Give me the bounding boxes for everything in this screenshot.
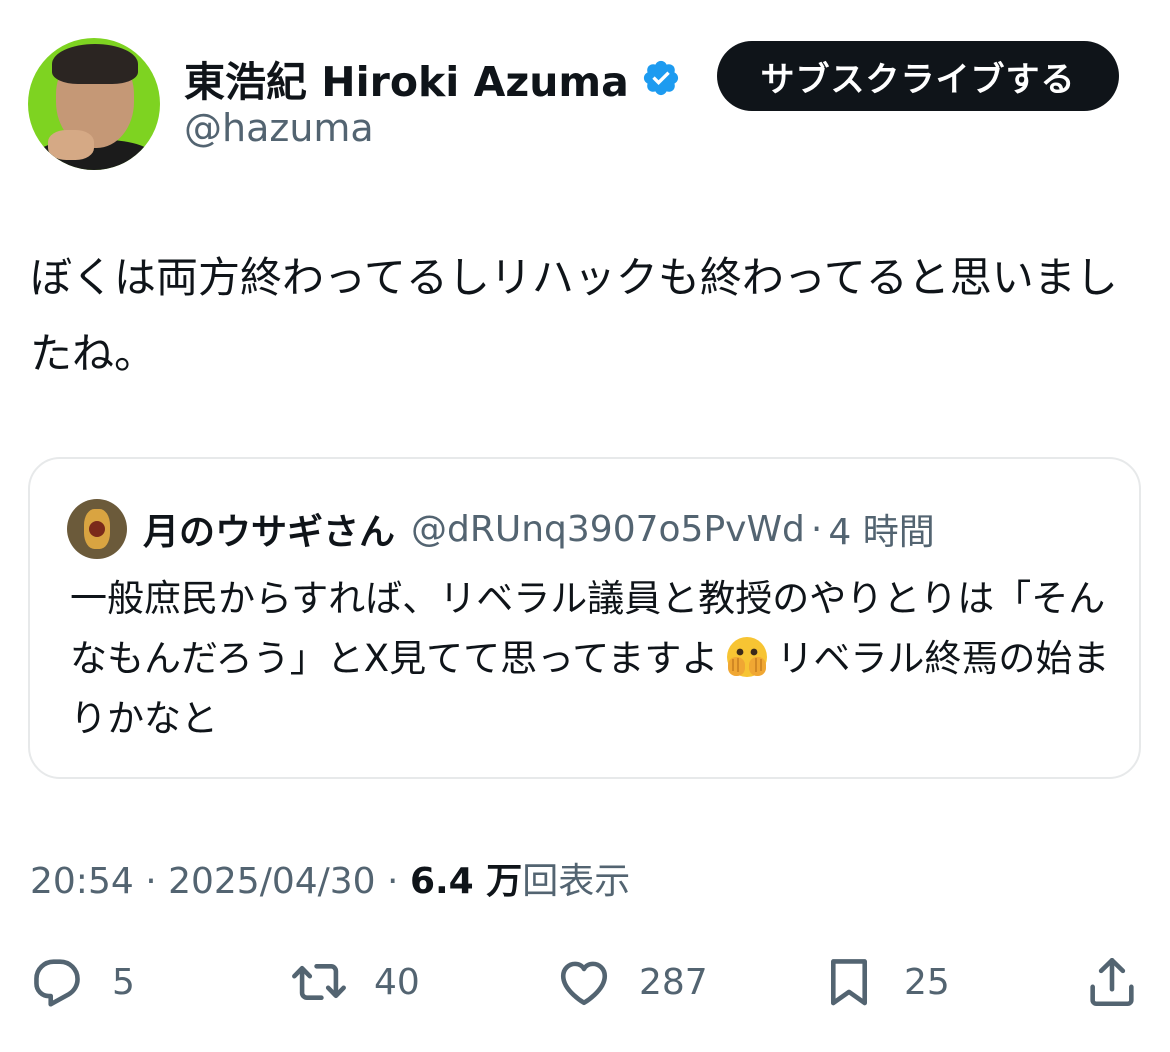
action-bar: 5 40 287 25	[0, 950, 1170, 1014]
meta-separator-1: ·	[133, 861, 169, 902]
face-with-hand-over-mouth-emoji-icon	[727, 637, 768, 677]
bookmark-count: 25	[904, 961, 950, 1003]
heart-icon	[560, 961, 608, 1006]
retweet-button[interactable]: 40	[290, 950, 420, 1014]
retweet-icon	[292, 963, 346, 1001]
like-button[interactable]: 287	[555, 950, 708, 1014]
quoted-author-avatar[interactable]	[67, 499, 127, 559]
tweet-text: ぼくは両方終わってるしリハックも終わってると思いましたね。	[30, 253, 1118, 378]
retweet-count: 40	[374, 961, 420, 1003]
avatar-hand	[48, 130, 94, 160]
reply-count: 5	[112, 961, 135, 1003]
quoted-tweet-card[interactable]: 月のウサギさん @dRUnq3907o5PvWd · 4 時間 一般庶民からすれ…	[28, 457, 1141, 779]
tweet-date[interactable]: 2025/04/30	[168, 861, 376, 902]
author-handle[interactable]: @hazuma	[184, 106, 374, 150]
author-avatar[interactable]	[28, 38, 160, 170]
quoted-author-handle[interactable]: @dRUnq3907o5PvWd	[411, 509, 805, 550]
quoted-tweet-text: 一般庶民からすれば、リベラル議員と教授のやりとりは「そんなもんだろう」とX見てて…	[70, 569, 1110, 749]
author-name-row[interactable]: 東浩紀 Hiroki Azuma	[184, 52, 681, 106]
quoted-separator: ·	[810, 508, 823, 550]
quoted-tweet-time[interactable]: 4 時間	[828, 503, 934, 555]
quoted-avatar-figure-detail	[89, 521, 105, 537]
verified-badge-icon	[643, 60, 678, 96]
author-display-name[interactable]: 東浩紀 Hiroki Azuma	[184, 48, 629, 108]
share-button[interactable]	[1083, 950, 1141, 1014]
avatar-hair	[52, 44, 138, 84]
subscribe-button[interactable]: サブスクライブする	[717, 41, 1119, 111]
meta-separator-2: ·	[375, 861, 410, 902]
views-label: 回表示	[522, 861, 631, 902]
share-icon	[1090, 957, 1134, 1007]
reply-icon	[34, 959, 80, 1007]
quoted-tweet-header: 月のウサギさん @dRUnq3907o5PvWd · 4 時間	[143, 499, 935, 559]
like-count: 287	[639, 961, 708, 1003]
tweet-time[interactable]: 20:54	[30, 861, 134, 902]
bookmark-button[interactable]: 25	[820, 950, 950, 1014]
bookmark-icon	[830, 959, 868, 1006]
views-count: 6.4 万	[409, 861, 523, 902]
quoted-author-display-name[interactable]: 月のウサギさん	[143, 503, 395, 555]
reply-button[interactable]: 5	[28, 950, 135, 1014]
tweet-meta: 20:54 · 2025/04/30 · 6.4 万回表示	[30, 852, 630, 904]
